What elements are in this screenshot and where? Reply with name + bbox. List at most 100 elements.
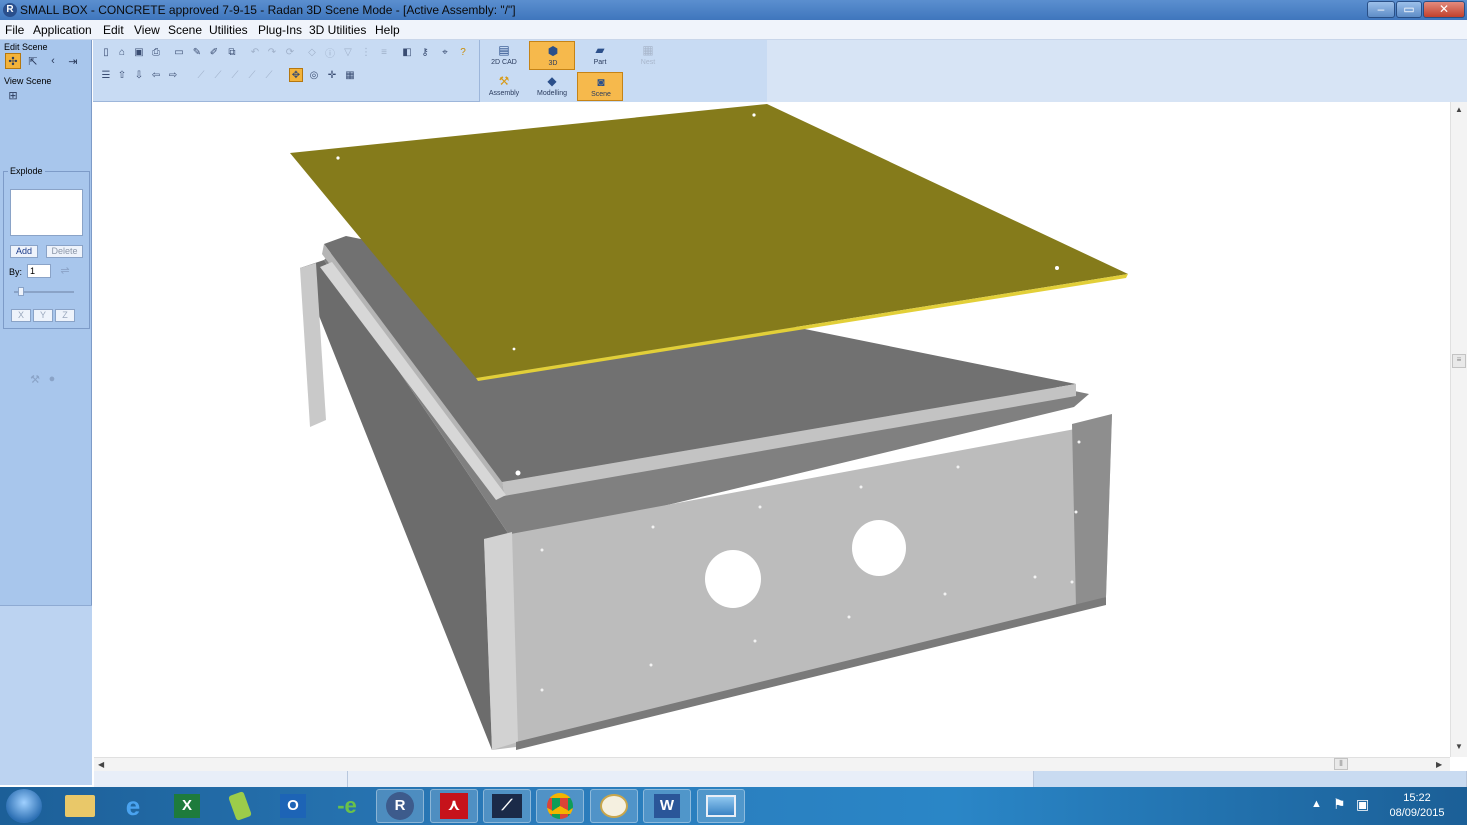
help-pointer-icon[interactable]: ⌖ [438, 45, 452, 59]
mode-part[interactable]: ▰ Part [577, 41, 623, 70]
inventor-icon[interactable]: ⟋ [483, 789, 531, 823]
paint-icon[interactable] [590, 789, 638, 823]
export-icon[interactable]: ⇥ [65, 53, 81, 69]
tray-expand-icon[interactable]: ▲ [1311, 798, 1322, 810]
edge-icon[interactable]: -e [323, 789, 371, 823]
mode-modelling[interactable]: ◆ Modelling [529, 72, 575, 101]
constraint-icon-4[interactable]: ⟋ [245, 68, 259, 82]
scroll-down-arrow-icon[interactable]: ▼ [1455, 742, 1463, 751]
new-icon[interactable]: ▯ [99, 45, 113, 59]
maximize-button[interactable]: ▭ [1396, 1, 1422, 18]
constraint-icon-2[interactable]: ⟋ [211, 68, 225, 82]
menu-file[interactable]: File [5, 23, 24, 37]
outlook-icon[interactable]: O [269, 789, 317, 823]
explode-list[interactable] [10, 189, 83, 236]
box-assembly-model[interactable] [94, 102, 1450, 757]
pencil-icon[interactable]: ✎ [190, 45, 204, 59]
3d-viewport[interactable] [94, 102, 1450, 757]
explode-axis-y[interactable]: Y [33, 309, 53, 322]
explode-axis-z[interactable]: Z [55, 309, 75, 322]
list-icon[interactable]: ≡ [377, 45, 391, 59]
chrome-icon[interactable] [536, 789, 584, 823]
grid-icon[interactable]: ⋮ [359, 45, 373, 59]
mode-2d-cad[interactable]: ▤ 2D CAD [481, 41, 527, 70]
network-icon[interactable]: ▣ [1356, 796, 1369, 813]
wrench-icon[interactable]: ⚒ [27, 371, 43, 387]
open-icon[interactable]: ⌂ [115, 45, 129, 59]
vertical-scroll-thumb[interactable]: ≡ [1452, 354, 1466, 368]
front-hole-right[interactable] [852, 520, 906, 576]
start-button[interactable] [6, 789, 42, 823]
arrow-right-icon[interactable]: ⇨ [166, 68, 180, 82]
front-hole-left[interactable] [705, 550, 761, 608]
word-icon[interactable]: W [643, 789, 691, 823]
scroll-up-arrow-icon[interactable]: ▲ [1455, 105, 1463, 114]
info-icon[interactable]: ⓘ [323, 45, 337, 60]
tool-icon[interactable] [216, 789, 264, 823]
scene-tree-icon[interactable]: ⊞ [5, 87, 21, 103]
stepper-icon[interactable]: ⇌ [58, 263, 72, 277]
constraint-icon-1[interactable]: ⟋ [194, 68, 208, 82]
mode-nest[interactable]: ▦ Nest [625, 41, 671, 70]
vertical-scrollbar[interactable]: ▲ ≡ ▼ [1450, 102, 1467, 757]
shape-icon[interactable]: ◇ [305, 45, 319, 59]
copy-icon[interactable]: ⧉ [225, 45, 239, 59]
print-icon[interactable]: ⎙ [149, 45, 163, 59]
move-icon[interactable]: ✣ [5, 53, 21, 69]
constraint-icon-5[interactable]: ⟋ [262, 68, 276, 82]
orbit-icon[interactable]: ◎ [307, 68, 321, 82]
explode-axis-x[interactable]: X [11, 309, 31, 322]
transform-icon[interactable]: ⇱ [25, 53, 41, 69]
menu-application[interactable]: Application [33, 23, 92, 37]
help-icon[interactable]: ? [456, 45, 470, 59]
mode-scene[interactable]: ◙ Scene [577, 72, 623, 101]
menu-utilities[interactable]: Utilities [209, 23, 248, 37]
menu-edit[interactable]: Edit [103, 23, 124, 37]
photos-icon[interactable] [697, 789, 745, 823]
minimize-button[interactable]: – [1367, 1, 1395, 18]
frame-icon[interactable]: ▭ [172, 45, 186, 59]
key-icon[interactable]: ⚷ [418, 45, 432, 59]
tree-icon[interactable]: ☰ [99, 68, 113, 82]
explode-add-button[interactable]: Add [10, 245, 38, 258]
radan-taskbar-icon[interactable]: R [376, 789, 424, 823]
arrow-left-icon[interactable]: ⇦ [149, 68, 163, 82]
window-icon[interactable]: ◧ [400, 45, 414, 59]
arrow-down-icon[interactable]: ⇩ [132, 68, 146, 82]
horizontal-scroll-thumb[interactable]: ⦀ [1334, 758, 1348, 770]
scroll-right-arrow-icon[interactable]: ▶ [1436, 760, 1442, 769]
arrow-up-icon[interactable]: ⇧ [115, 68, 129, 82]
explode-slider-thumb[interactable] [18, 287, 24, 296]
scroll-left-arrow-icon[interactable]: ◀ [98, 760, 104, 769]
mode-3d[interactable]: ⬢ 3D [529, 41, 575, 70]
undo-icon[interactable]: ↶ [248, 45, 262, 59]
explorer-icon[interactable] [56, 789, 104, 823]
constraint-icon-3[interactable]: ⟋ [228, 68, 242, 82]
menu-view[interactable]: View [134, 23, 160, 37]
explode-delete-button[interactable]: Delete [46, 245, 83, 258]
select-icon[interactable]: ✥ [289, 68, 303, 82]
horizontal-scrollbar[interactable]: ◀ ⦀ ▶ [94, 757, 1450, 771]
menu-3d-utilities[interactable]: 3D Utilities [309, 23, 366, 37]
back-arrow-icon[interactable]: ‹ [45, 53, 61, 69]
pan-icon[interactable]: ✛ [325, 68, 339, 82]
menu-plug-ins[interactable]: Plug-Ins [258, 23, 302, 37]
radan-app-icon[interactable]: R [3, 3, 17, 17]
system-clock[interactable]: 15:22 08/09/2015 [1382, 791, 1452, 821]
close-button[interactable]: ✕ [1423, 1, 1465, 18]
adobe-reader-icon[interactable]: ⋏ [430, 789, 478, 823]
action-center-flag-icon[interactable]: ⚑ [1333, 796, 1346, 813]
save-icon[interactable]: ▣ [132, 45, 146, 59]
internet-explorer-icon[interactable]: e [109, 789, 157, 823]
explode-by-input[interactable]: 1 [27, 264, 51, 278]
mode-assembly[interactable]: ⚒ Assembly [481, 72, 527, 101]
view-icon[interactable]: ▦ [343, 68, 357, 82]
excel-icon[interactable]: X [163, 789, 211, 823]
eyedropper-icon[interactable]: ✐ [207, 45, 221, 59]
dot-icon[interactable]: ● [44, 371, 60, 387]
menu-scene[interactable]: Scene [168, 23, 202, 37]
redo-icon[interactable]: ↷ [265, 45, 279, 59]
rotate-icon[interactable]: ⟳ [283, 45, 297, 59]
menu-help[interactable]: Help [375, 23, 400, 37]
filter-icon[interactable]: ▽ [341, 45, 355, 59]
